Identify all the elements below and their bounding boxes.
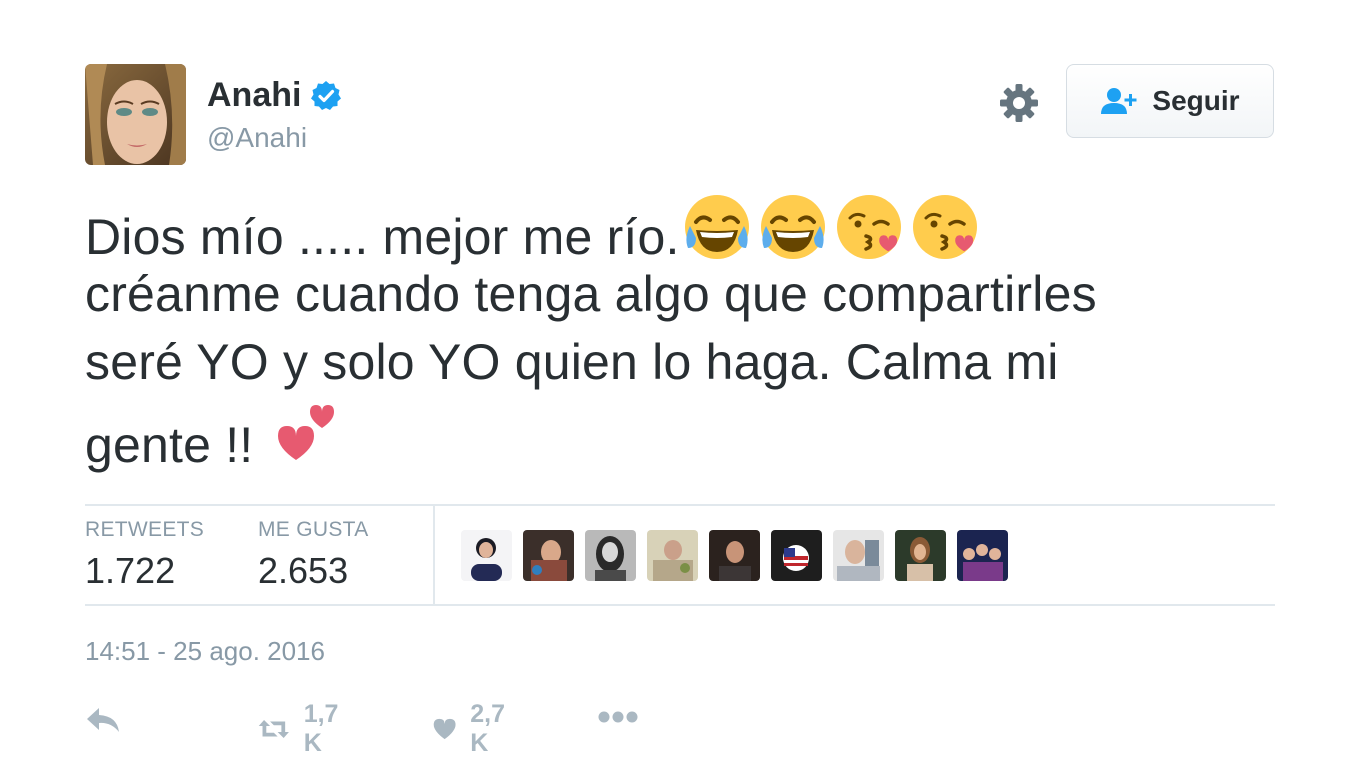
liker-avatar[interactable] xyxy=(709,530,760,581)
liker-avatar[interactable] xyxy=(771,530,822,581)
reply-button[interactable] xyxy=(85,706,121,734)
add-user-icon xyxy=(1101,88,1137,114)
retweet-button[interactable]: 1,7 K xyxy=(258,700,349,758)
more-button[interactable] xyxy=(597,710,639,724)
likes-value: 2.653 xyxy=(258,550,349,591)
more-dots-icon xyxy=(598,711,638,723)
display-name[interactable]: Anahi xyxy=(207,76,301,115)
divider-bottom xyxy=(85,604,1275,606)
retweets-stat[interactable]: RETWEETS 1.722 xyxy=(85,518,204,592)
follow-button[interactable]: Seguir xyxy=(1066,64,1274,138)
user-handle[interactable]: @Anahi xyxy=(207,122,307,154)
tweet-line-1-text: Dios mío ..... mejor me río. xyxy=(85,209,680,265)
gear-icon[interactable] xyxy=(998,82,1040,124)
liker-avatar[interactable] xyxy=(647,530,698,581)
liker-avatar[interactable] xyxy=(461,530,512,581)
two-hearts-icon xyxy=(277,405,334,460)
face-throwing-a-kiss-icon xyxy=(836,195,901,259)
face-throwing-a-kiss-icon xyxy=(912,195,977,259)
like-count: 2,7 K xyxy=(470,700,506,757)
tweet-line-1: Dios mío ..... mejor me río. xyxy=(85,192,1265,265)
tweet-card: Anahi @Anahi Seguir Dios mío ..... mejor… xyxy=(0,0,1358,763)
follow-button-label: Seguir xyxy=(1152,85,1240,116)
like-button[interactable]: 2,7 K xyxy=(433,700,514,758)
liker-avatar[interactable] xyxy=(895,530,946,581)
face-with-tears-of-joy-icon xyxy=(684,195,749,259)
tweet-timestamp[interactable]: 14:51 - 25 ago. 2016 xyxy=(85,636,325,667)
name-row: Anahi xyxy=(207,76,343,115)
liker-avatar[interactable] xyxy=(523,530,574,581)
liker-avatar[interactable] xyxy=(833,530,884,581)
heart-icon xyxy=(433,718,456,740)
stats-separator xyxy=(433,506,435,604)
retweets-value: 1.722 xyxy=(85,550,176,591)
tweet-text: Dios mío ..... mejor me río. créanme cua… xyxy=(85,192,1265,473)
user-avatar[interactable] xyxy=(85,64,186,165)
liker-avatar[interactable] xyxy=(585,530,636,581)
likes-label: ME GUSTA xyxy=(258,518,369,541)
reply-icon xyxy=(87,708,119,732)
tweet-line-4-text: gente !! xyxy=(85,417,254,473)
divider-top xyxy=(85,504,1275,506)
retweets-label: RETWEETS xyxy=(85,518,205,541)
retweet-count: 1,7 K xyxy=(303,700,339,757)
tweet-line-2: créanme cuando tenga algo que compartirl… xyxy=(85,266,1097,322)
retweet-icon xyxy=(258,719,289,739)
face-with-tears-of-joy-icon xyxy=(760,195,825,259)
likes-stat[interactable]: ME GUSTA 2.653 xyxy=(258,518,369,592)
liker-avatar[interactable] xyxy=(957,530,1008,581)
verified-badge-icon xyxy=(311,80,342,110)
likers-avatars xyxy=(461,530,1019,581)
tweet-line-3: seré YO y solo YO quien lo haga. Calma m… xyxy=(85,334,1059,390)
tweet-line-4: gente !! xyxy=(85,396,1265,473)
